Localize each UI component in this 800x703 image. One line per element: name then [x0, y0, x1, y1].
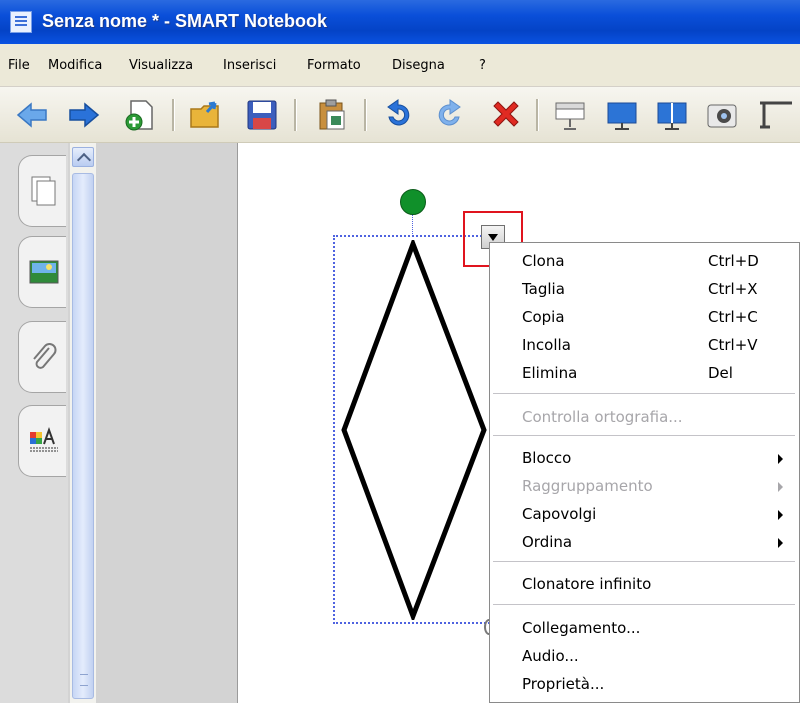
tab-page-sorter[interactable]: [18, 155, 66, 227]
menu-item-copia[interactable]: Copia Ctrl+C: [522, 304, 792, 330]
save-disk-icon[interactable]: [244, 97, 280, 133]
tab-attachments[interactable]: [18, 321, 66, 393]
rotate-connector: [412, 214, 413, 236]
menu-separator: [493, 435, 795, 437]
screen-shade-icon[interactable]: [552, 97, 588, 133]
menu-item-incolla[interactable]: Incolla Ctrl+V: [522, 332, 792, 358]
menu-item-taglia[interactable]: Taglia Ctrl+X: [522, 276, 792, 302]
rotate-handle[interactable]: [400, 189, 426, 215]
redo-icon[interactable]: [432, 97, 468, 133]
forward-arrow-icon[interactable]: [66, 97, 102, 133]
gallery-image-icon: [29, 260, 59, 284]
new-page-icon[interactable]: [122, 97, 158, 133]
paperclip-icon: [33, 343, 57, 369]
submenu-arrow-icon: [778, 538, 783, 548]
menu-inserisci[interactable]: Inserisci: [223, 58, 276, 73]
dual-page-icon[interactable]: [654, 97, 690, 133]
toolbar: [0, 87, 800, 143]
menu-item-ordina[interactable]: Ordina: [522, 529, 792, 555]
menu-item-capovolgi[interactable]: Capovolgi: [522, 501, 792, 527]
menu-item-collegamento[interactable]: Collegamento...: [522, 615, 792, 641]
back-arrow-icon[interactable]: [14, 97, 50, 133]
menu-item-elimina[interactable]: Elimina Del: [522, 360, 792, 386]
side-tabs: [0, 143, 68, 703]
menu-item-clonatore-infinito[interactable]: Clonatore infinito: [522, 571, 792, 597]
menu-file[interactable]: File: [8, 58, 30, 73]
notebook-app-icon: [10, 11, 32, 33]
full-screen-icon[interactable]: [604, 97, 640, 133]
menu-visualizza[interactable]: Visualizza: [129, 58, 193, 73]
properties-icon: [30, 427, 58, 452]
menu-bar: File Modifica Visualizza Inserisci Forma…: [0, 44, 800, 87]
diamond-shape[interactable]: [340, 240, 490, 620]
submenu-arrow-icon: [778, 482, 783, 492]
undo-icon[interactable]: [380, 97, 416, 133]
context-menu: Clona Ctrl+D Taglia Ctrl+X Copia Ctrl+C …: [489, 242, 800, 703]
delete-x-icon[interactable]: [488, 97, 524, 133]
menu-modifica[interactable]: Modifica: [48, 58, 102, 73]
tab-properties[interactable]: [18, 405, 66, 477]
toolbar-separator: [172, 99, 174, 131]
grip-icon: [80, 674, 88, 686]
menu-separator: [493, 604, 795, 606]
open-folder-icon[interactable]: [188, 97, 224, 133]
toolbar-separator: [294, 99, 296, 131]
menu-item-controlla-ortografia: Controlla ortografia...: [522, 408, 683, 426]
paste-icon[interactable]: [314, 97, 350, 133]
pages-icon: [31, 176, 56, 206]
menu-item-clona[interactable]: Clona Ctrl+D: [522, 248, 792, 274]
scroll-thumb[interactable]: [72, 173, 94, 699]
menu-item-audio[interactable]: Audio...: [522, 643, 792, 669]
menu-separator: [493, 561, 795, 563]
capture-icon[interactable]: [704, 97, 740, 133]
toolbar-separator: [364, 99, 366, 131]
menu-help[interactable]: ?: [479, 58, 486, 73]
menu-item-blocco[interactable]: Blocco: [522, 445, 792, 471]
menu-item-raggruppamento: Raggruppamento: [522, 473, 792, 499]
vertical-scrollbar[interactable]: [70, 143, 96, 703]
side-panel: [0, 143, 238, 703]
scroll-up-arrow-icon[interactable]: [72, 147, 94, 167]
title-bar: Senza nome * - SMART Notebook: [0, 0, 800, 44]
tab-gallery[interactable]: [18, 236, 66, 308]
menu-disegna[interactable]: Disegna: [392, 58, 445, 73]
submenu-arrow-icon: [778, 510, 783, 520]
submenu-arrow-icon: [778, 454, 783, 464]
table-icon[interactable]: [756, 97, 792, 133]
menu-separator: [493, 393, 795, 395]
menu-formato[interactable]: Formato: [307, 58, 361, 73]
toolbar-separator: [536, 99, 538, 131]
menu-item-proprieta[interactable]: Proprietà...: [522, 671, 792, 697]
window-title: Senza nome * - SMART Notebook: [42, 11, 328, 31]
